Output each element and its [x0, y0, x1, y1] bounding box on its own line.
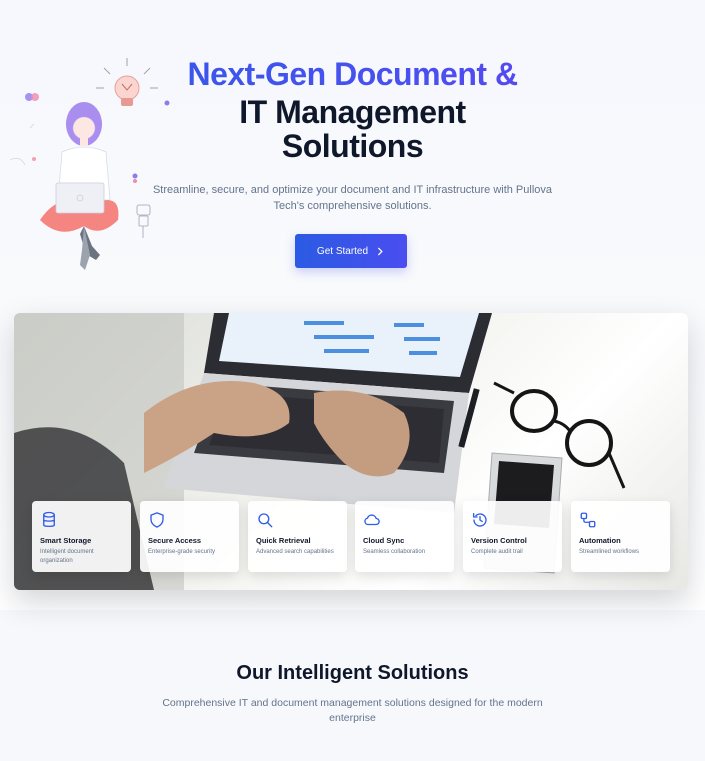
- cloud-icon: [364, 514, 380, 526]
- feature-title: Version Control: [471, 536, 527, 545]
- feature-title: Secure Access: [148, 536, 202, 545]
- get-started-button[interactable]: Get Started: [295, 234, 407, 268]
- feature-card-automation[interactable]: Automation Streamlined workflows: [571, 501, 670, 572]
- hero-title-line-3: Solutions: [281, 128, 424, 164]
- database-icon: [43, 511, 55, 528]
- feature-description: Streamlined workflows: [579, 549, 640, 555]
- feature-card-smart-storage[interactable]: Smart Storage Intelligent document organ…: [32, 501, 131, 572]
- feature-card-quick-retrieval[interactable]: Quick Retrieval Advanced search capabili…: [248, 501, 347, 572]
- shield-icon: [150, 512, 164, 528]
- get-started-label: Get Started: [316, 245, 369, 257]
- feature-description: Intelligent document organization: [40, 549, 94, 564]
- search-icon: [258, 513, 273, 528]
- feature-card-cloud-sync[interactable]: Cloud Sync Seamless collaboration: [355, 501, 454, 572]
- feature-title: Smart Storage: [40, 536, 92, 545]
- feature-title: Automation: [579, 536, 621, 545]
- feature-title: Quick Retrieval: [256, 536, 311, 545]
- feature-description: Seamless collaboration: [363, 549, 426, 555]
- feature-title: Cloud Sync: [363, 536, 405, 545]
- feature-description: Complete audit trail: [471, 549, 523, 555]
- feature-card-secure-access[interactable]: Secure Access Enterprise-grade security: [140, 501, 239, 572]
- feature-description: Advanced search capabilities: [256, 549, 334, 555]
- hero-subtitle: Streamline, secure, and optimize your do…: [152, 184, 553, 212]
- workflow-icon: [580, 512, 596, 528]
- hero-title-line-2: IT Management: [239, 94, 466, 130]
- hero-title-accent: Next-Gen Document &: [0, 56, 705, 93]
- feature-card-version-control[interactable]: Version Control Complete audit trail: [463, 501, 562, 572]
- robot-icon: [136, 204, 151, 238]
- feature-description: Enterprise-grade security: [148, 549, 216, 555]
- history-icon: [472, 512, 487, 527]
- solutions-subtitle: Comprehensive IT and document management…: [162, 697, 543, 724]
- solutions-title: Our Intelligent Solutions: [236, 662, 469, 684]
- chevron-right-icon: [378, 247, 383, 255]
